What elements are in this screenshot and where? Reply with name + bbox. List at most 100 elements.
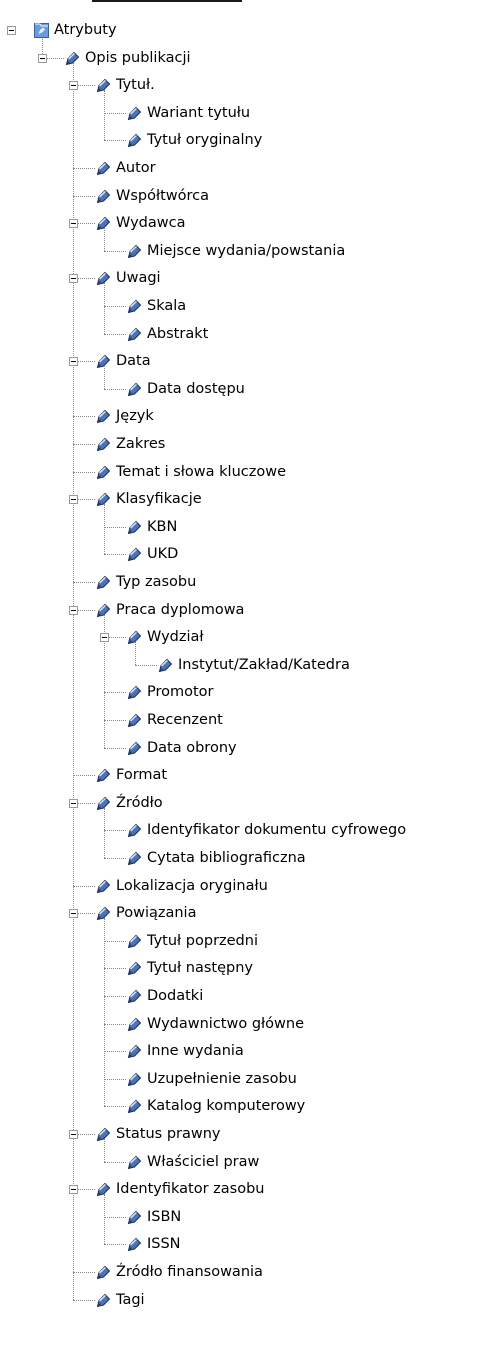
tree-node-label[interactable]: Praca dyplomowa bbox=[116, 601, 244, 619]
tree-node-label[interactable]: Właściciel praw bbox=[147, 1153, 259, 1171]
tree-node-label[interactable]: Data bbox=[116, 352, 151, 370]
attribute-node-icon bbox=[126, 1209, 143, 1226]
tree-connector-vertical bbox=[104, 283, 105, 334]
collapse-toggle-icon[interactable] bbox=[69, 219, 78, 229]
tree-node-label[interactable]: Opis publikacji bbox=[85, 49, 191, 67]
tree-node-label[interactable]: Autor bbox=[116, 159, 156, 177]
tree-node-label[interactable]: Abstrakt bbox=[147, 325, 208, 343]
tree-node-label[interactable]: Wydział bbox=[147, 628, 204, 646]
tree-node-label[interactable]: Identyfikator zasobu bbox=[116, 1180, 264, 1198]
attribute-node-icon bbox=[127, 934, 142, 948]
tree-connector-horizontal bbox=[104, 830, 126, 832]
attribute-node-icon bbox=[157, 657, 174, 674]
tree-node-label[interactable]: Tytuł. bbox=[116, 76, 155, 94]
tree-connector-horizontal bbox=[73, 1299, 95, 1301]
collapse-toggle-icon[interactable] bbox=[69, 81, 78, 91]
collapse-toggle-icon[interactable] bbox=[69, 274, 78, 284]
attribute-node-icon bbox=[96, 879, 111, 893]
tree-node-label[interactable]: Źródło finansowania bbox=[116, 1263, 263, 1281]
tree-connector-vertical bbox=[104, 1194, 105, 1245]
tree-node-label[interactable]: Wariant tytułu bbox=[147, 104, 250, 122]
attribute-node-icon bbox=[126, 1071, 143, 1088]
attribute-node-icon bbox=[95, 878, 112, 895]
attribute-node-icon bbox=[96, 768, 111, 783]
tree-node-label[interactable]: Temat i słowa kluczowe bbox=[116, 463, 286, 481]
tree-node-label[interactable]: Atrybuty bbox=[54, 21, 117, 39]
tree-node-label[interactable]: Data dostępu bbox=[147, 380, 245, 398]
attribute-node-icon bbox=[95, 408, 112, 425]
collapse-toggle-icon[interactable] bbox=[38, 53, 47, 63]
tree-node-label[interactable]: Tytuł poprzedni bbox=[147, 932, 258, 950]
attribute-node-icon bbox=[126, 519, 143, 536]
tree-connector-horizontal bbox=[73, 582, 95, 583]
tree-node-label[interactable]: Tytuł następny bbox=[147, 959, 253, 977]
tree-node-label[interactable]: Katalog komputerowy bbox=[147, 1097, 305, 1115]
collapse-toggle-icon[interactable] bbox=[7, 26, 16, 35]
collapse-toggle-icon[interactable] bbox=[69, 1130, 78, 1139]
collapse-toggle-icon[interactable] bbox=[69, 357, 78, 367]
tree-node-label[interactable]: Skala bbox=[147, 297, 186, 315]
tree-node-label[interactable]: Cytata bibliograficzna bbox=[147, 849, 306, 867]
attribute-node-icon bbox=[126, 326, 143, 343]
attribute-node-icon bbox=[126, 546, 143, 563]
tree-node-label[interactable]: Klasyfikacje bbox=[116, 490, 202, 508]
attribute-node-icon bbox=[126, 629, 143, 646]
attribute-node-icon bbox=[126, 933, 143, 950]
tree-node-label[interactable]: Tagi bbox=[116, 1291, 145, 1309]
attribute-node-icon bbox=[95, 1292, 112, 1309]
tree-node-label[interactable]: Powiązania bbox=[116, 904, 196, 922]
tree-node-label[interactable]: Miejsce wydania/powstania bbox=[147, 242, 345, 260]
tree-node-label[interactable]: Dodatki bbox=[147, 987, 203, 1005]
attribute-node-icon bbox=[127, 741, 142, 755]
collapse-toggle-icon[interactable] bbox=[69, 1185, 78, 1195]
tree-node-label[interactable]: Uwagi bbox=[116, 269, 161, 287]
collapse-toggle-icon[interactable] bbox=[100, 633, 109, 643]
attribute-node-icon bbox=[96, 437, 111, 452]
tree-connector-horizontal bbox=[104, 1216, 126, 1218]
tree-node-label[interactable]: Uzupełnienie zasobu bbox=[147, 1070, 297, 1088]
collapse-toggle-icon[interactable] bbox=[69, 909, 78, 919]
tree-connector-vertical bbox=[104, 90, 105, 141]
tree-node-label[interactable]: Data obrony bbox=[147, 739, 237, 757]
tree-node-label[interactable]: UKD bbox=[147, 545, 178, 563]
attribute-node-icon bbox=[127, 244, 142, 258]
collapse-toggle-icon[interactable] bbox=[69, 495, 78, 505]
tree-node-label[interactable]: Język bbox=[116, 407, 154, 425]
attribute-node-icon bbox=[95, 1126, 112, 1143]
tree-node-label[interactable]: Format bbox=[116, 766, 167, 784]
tree-connector-horizontal bbox=[104, 747, 126, 749]
tree-connector-horizontal bbox=[104, 996, 126, 997]
tree-node-label[interactable]: Instytut/Zakład/Katedra bbox=[178, 656, 350, 674]
tree-node-label[interactable]: Inne wydania bbox=[147, 1042, 244, 1060]
tree-connector-horizontal bbox=[104, 388, 126, 390]
tree-connector-horizontal bbox=[135, 664, 157, 666]
tree-node-label[interactable]: Źródło bbox=[116, 794, 163, 812]
attribute-node-icon bbox=[96, 1182, 111, 1197]
tree-node-label[interactable]: ISSN bbox=[147, 1235, 181, 1253]
tree-node-label[interactable]: Wydawnictwo główne bbox=[147, 1015, 304, 1033]
tree-connector-vertical bbox=[104, 807, 105, 858]
tree-node-label[interactable]: Typ zasobu bbox=[116, 573, 196, 591]
tree-node-label[interactable]: Identyfikator dokumentu cyfrowego bbox=[147, 821, 406, 839]
tree-node-label[interactable]: Status prawny bbox=[116, 1125, 221, 1143]
tree-node-label[interactable]: Recenzent bbox=[147, 711, 223, 729]
tree-node-label[interactable]: Wydawca bbox=[116, 214, 185, 232]
tree-node-label[interactable]: Współtwórca bbox=[116, 187, 209, 205]
tree-node-label[interactable]: Promotor bbox=[147, 683, 214, 701]
attribute-node-icon bbox=[126, 298, 143, 315]
tree-connector-horizontal bbox=[73, 885, 95, 887]
tree-node-label[interactable]: Zakres bbox=[116, 435, 165, 453]
tree-connector-horizontal bbox=[104, 1244, 126, 1246]
tree-connector-horizontal bbox=[104, 858, 126, 859]
collapse-toggle-icon[interactable] bbox=[69, 798, 78, 808]
collapse-toggle-icon[interactable] bbox=[69, 605, 78, 615]
tree-node-label[interactable]: ISBN bbox=[147, 1208, 181, 1226]
tree-node-label[interactable]: Lokalizacja oryginału bbox=[116, 877, 268, 895]
attribute-node-icon bbox=[95, 1264, 112, 1281]
folder-icon bbox=[33, 22, 50, 39]
tree-node-label[interactable]: KBN bbox=[147, 518, 177, 536]
attribute-node-icon bbox=[95, 77, 112, 94]
attribute-node-icon bbox=[96, 465, 111, 479]
tree-connector-horizontal bbox=[104, 968, 126, 970]
tree-node-label[interactable]: Tytuł oryginalny bbox=[147, 131, 262, 149]
